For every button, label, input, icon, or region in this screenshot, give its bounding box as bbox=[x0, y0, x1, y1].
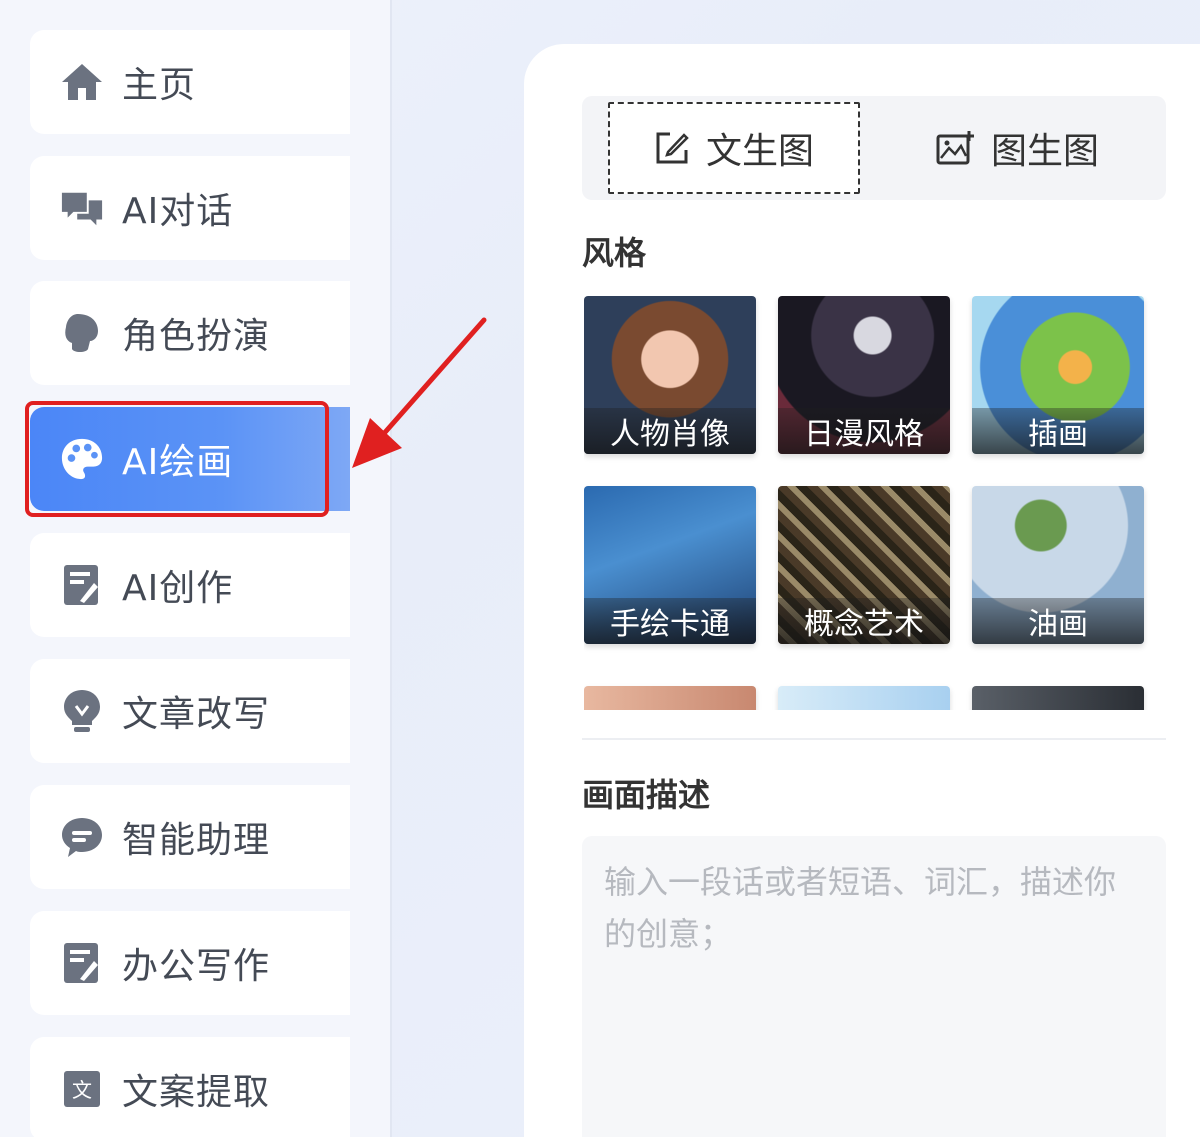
style-card-concept-art[interactable]: 概念艺术 bbox=[778, 486, 950, 644]
sidebar-item-role-play[interactable]: 角色扮演 bbox=[30, 281, 350, 385]
style-card-label: 概念艺术 bbox=[778, 598, 950, 644]
description-box bbox=[582, 836, 1166, 1137]
chat-bubbles-icon bbox=[60, 186, 104, 230]
home-icon bbox=[60, 60, 104, 104]
mode-tab-bar: 文生图 图生图 bbox=[582, 96, 1166, 200]
style-card-illustration[interactable]: 插画 bbox=[972, 296, 1144, 454]
style-card-label: 手绘卡通 bbox=[584, 598, 756, 644]
sidebar-item-label: AI对话 bbox=[122, 191, 234, 232]
style-card-label: 人物肖像 bbox=[584, 408, 756, 454]
style-card[interactable] bbox=[972, 686, 1144, 710]
sidebar-item-ai-creation[interactable]: AI创作 bbox=[30, 533, 350, 637]
sidebar-item-copy-extract[interactable]: 文 文案提取 bbox=[30, 1037, 350, 1137]
sidebar-item-label: 角色扮演 bbox=[122, 316, 271, 357]
sidebar-item-smart-assistant[interactable]: 智能助理 bbox=[30, 785, 350, 889]
tab-label: 文生图 bbox=[705, 131, 814, 172]
comment-icon bbox=[60, 815, 104, 859]
sidebar-item-ai-chat[interactable]: AI对话 bbox=[30, 156, 350, 260]
style-card-label: 插画 bbox=[972, 408, 1144, 454]
description-section-title: 画面描述 bbox=[582, 776, 711, 814]
style-card-portrait[interactable]: 人物肖像 bbox=[584, 296, 756, 454]
style-card[interactable] bbox=[778, 686, 950, 710]
style-section-title: 风格 bbox=[582, 234, 647, 272]
sidebar-item-label: 文章改写 bbox=[122, 694, 271, 735]
style-grid: 人物肖像 日漫风格 插画 手绘卡通 概念艺术 油画 bbox=[584, 296, 1164, 710]
sidebar-item-office-writing[interactable]: 办公写作 bbox=[30, 911, 350, 1015]
edit-square-icon bbox=[656, 132, 689, 164]
sidebar-item-ai-painting[interactable]: AI绘画 bbox=[30, 407, 350, 511]
style-card-label: 油画 bbox=[972, 598, 1144, 644]
style-card-label: 日漫风格 bbox=[778, 408, 950, 454]
style-card-anime[interactable]: 日漫风格 bbox=[778, 296, 950, 454]
section-divider bbox=[582, 738, 1166, 740]
sidebar-item-article-rewrite[interactable]: 文章改写 bbox=[30, 659, 350, 763]
tab-label: 图生图 bbox=[990, 131, 1099, 172]
sidebar-item-label: 文案提取 bbox=[122, 1072, 271, 1113]
tab-text-to-image[interactable]: 文生图 bbox=[608, 102, 860, 194]
lightbulb-icon bbox=[60, 689, 104, 733]
palette-icon bbox=[60, 437, 104, 481]
style-card-oil-painting[interactable]: 油画 bbox=[972, 486, 1144, 644]
sidebar-item-label: 办公写作 bbox=[122, 946, 271, 987]
sidebar-item-label: 主页 bbox=[122, 65, 197, 106]
image-plus-icon bbox=[936, 131, 974, 165]
svg-text:文: 文 bbox=[72, 1078, 92, 1102]
style-card[interactable] bbox=[584, 686, 756, 710]
sidebar: 主页 AI对话 角色扮演 AI绘画 AI创作 文章改写 智能助理 办公写作 文 … bbox=[0, 0, 392, 1137]
edit-note-icon bbox=[60, 563, 104, 607]
user-speak-icon bbox=[60, 311, 104, 355]
text-box-icon: 文 bbox=[60, 1067, 104, 1111]
sidebar-item-label: AI创作 bbox=[122, 568, 234, 609]
sidebar-item-label: AI绘画 bbox=[122, 442, 234, 483]
edit-note-icon bbox=[60, 941, 104, 985]
pointer-arrow-annotation bbox=[352, 317, 487, 468]
sidebar-item-home[interactable]: 主页 bbox=[30, 30, 350, 134]
description-input[interactable] bbox=[604, 856, 1144, 1116]
style-card-hand-drawn-cartoon[interactable]: 手绘卡通 bbox=[584, 486, 756, 644]
sidebar-item-label: 智能助理 bbox=[122, 820, 271, 861]
tab-image-to-image[interactable]: 图生图 bbox=[892, 102, 1142, 194]
